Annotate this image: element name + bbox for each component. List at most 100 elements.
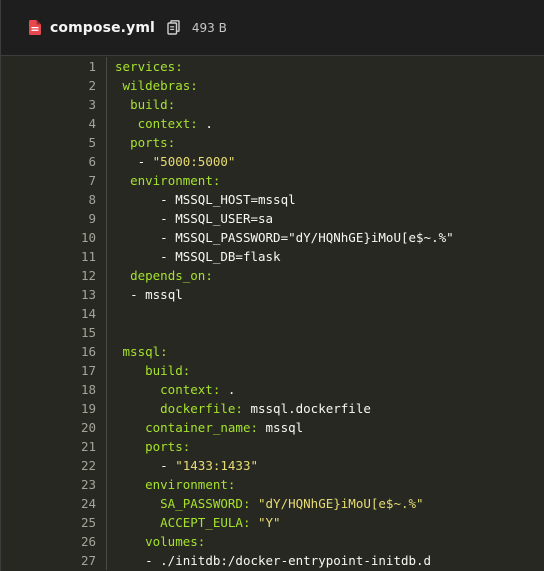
gutter-divider bbox=[96, 475, 107, 494]
line-number[interactable]: 1 bbox=[1, 59, 96, 74]
yaml-key: context: bbox=[137, 116, 198, 131]
line-number[interactable]: 24 bbox=[1, 496, 96, 511]
code-line: 11 - MSSQL_DB=flask bbox=[1, 247, 544, 266]
line-number[interactable]: 10 bbox=[1, 230, 96, 245]
code-line: 7 environment: bbox=[1, 171, 544, 190]
line-number[interactable]: 22 bbox=[1, 458, 96, 473]
line-content: container_name: mssql bbox=[115, 420, 303, 435]
gutter-divider bbox=[96, 456, 107, 475]
gutter-divider bbox=[96, 57, 107, 76]
yaml-key: container_name: bbox=[145, 420, 258, 435]
line-number[interactable]: 23 bbox=[1, 477, 96, 492]
line-number[interactable]: 7 bbox=[1, 173, 96, 188]
line-number[interactable]: 8 bbox=[1, 192, 96, 207]
line-number[interactable]: 6 bbox=[1, 154, 96, 169]
line-number[interactable]: 11 bbox=[1, 249, 96, 264]
line-content: environment: bbox=[115, 477, 235, 492]
line-number[interactable]: 13 bbox=[1, 287, 96, 302]
line-number[interactable]: 19 bbox=[1, 401, 96, 416]
yaml-value: - bbox=[137, 154, 153, 169]
code-line: 18 context: . bbox=[1, 380, 544, 399]
line-number[interactable]: 9 bbox=[1, 211, 96, 226]
yaml-key: environment: bbox=[145, 477, 236, 492]
line-number[interactable]: 26 bbox=[1, 534, 96, 549]
yaml-value bbox=[250, 496, 258, 511]
code-line: 8 - MSSQL_HOST=mssql bbox=[1, 190, 544, 209]
line-content: - mssql bbox=[115, 287, 183, 302]
code-line: 22 - "1433:1433" bbox=[1, 456, 544, 475]
code-line: 17 build: bbox=[1, 361, 544, 380]
file-size: 493 B bbox=[191, 20, 227, 35]
gutter-divider bbox=[96, 209, 107, 228]
line-content: environment: bbox=[115, 173, 220, 188]
yaml-key: dockerfile: bbox=[160, 401, 243, 416]
yaml-key: build: bbox=[145, 363, 191, 378]
line-number[interactable]: 3 bbox=[1, 97, 96, 112]
gutter-divider bbox=[96, 228, 107, 247]
code-line: 16 mssql: bbox=[1, 342, 544, 361]
copy-icon[interactable] bbox=[166, 19, 182, 37]
yaml-string: "dY/HQNhGE}iMoU[e$~.%" bbox=[258, 496, 424, 511]
code-line: 21 ports: bbox=[1, 437, 544, 456]
code-line: 15 bbox=[1, 323, 544, 342]
line-content: SA_PASSWORD: "dY/HQNhGE}iMoU[e$~.%" bbox=[115, 496, 424, 511]
yaml-key: depends_on: bbox=[130, 268, 213, 283]
line-number[interactable]: 21 bbox=[1, 439, 96, 454]
line-content: wildebras: bbox=[115, 78, 198, 93]
code-line: 4 context: . bbox=[1, 114, 544, 133]
yaml-key: wildebras: bbox=[122, 78, 198, 93]
gutter-divider bbox=[96, 247, 107, 266]
line-number[interactable]: 20 bbox=[1, 420, 96, 435]
line-content: - MSSQL_DB=flask bbox=[115, 249, 280, 264]
yaml-key: services: bbox=[115, 59, 183, 74]
line-number[interactable]: 16 bbox=[1, 344, 96, 359]
gutter-divider bbox=[96, 95, 107, 114]
line-content: depends_on: bbox=[115, 268, 213, 283]
gutter-divider bbox=[96, 171, 107, 190]
line-number[interactable]: 14 bbox=[1, 306, 96, 321]
line-number[interactable]: 18 bbox=[1, 382, 96, 397]
line-number[interactable]: 12 bbox=[1, 268, 96, 283]
gutter-divider bbox=[96, 76, 107, 95]
code-line: 25 ACCEPT_EULA: "Y" bbox=[1, 513, 544, 532]
gutter-divider bbox=[96, 304, 107, 323]
code-line: 10 - MSSQL_PASSWORD="dY/HQNhGE}iMoU[e$~.… bbox=[1, 228, 544, 247]
line-number[interactable]: 2 bbox=[1, 78, 96, 93]
line-content: ports: bbox=[115, 439, 190, 454]
yaml-key: context: bbox=[160, 382, 221, 397]
line-number[interactable]: 15 bbox=[1, 325, 96, 340]
gutter-divider bbox=[96, 418, 107, 437]
gutter-divider bbox=[96, 285, 107, 304]
line-number[interactable]: 25 bbox=[1, 515, 96, 530]
file-name[interactable]: compose.yml bbox=[50, 20, 155, 36]
line-number[interactable]: 27 bbox=[1, 553, 96, 568]
yaml-key: build: bbox=[130, 97, 176, 112]
code-line: 23 environment: bbox=[1, 475, 544, 494]
gutter-divider bbox=[96, 532, 107, 551]
yaml-string: "1433:1433" bbox=[175, 458, 259, 473]
line-content: services: bbox=[115, 59, 183, 74]
gutter-divider bbox=[96, 551, 107, 570]
code-line: 14 bbox=[1, 304, 544, 323]
line-content: - ./initdb:/docker-entrypoint-initdb.d bbox=[115, 553, 431, 568]
yaml-key: ACCEPT_EULA: bbox=[160, 515, 251, 530]
gutter-divider bbox=[96, 361, 107, 380]
gutter-divider bbox=[96, 513, 107, 532]
line-content: - MSSQL_PASSWORD="dY/HQNhGE}iMoU[e$~.%" bbox=[115, 230, 454, 245]
yaml-value: - mssql bbox=[130, 287, 183, 302]
yaml-value: - MSSQL_PASSWORD="dY/HQNhGE}iMoU[e$~.%" bbox=[160, 230, 454, 245]
yaml-string: "5000:5000" bbox=[152, 154, 236, 169]
code-line: 12 depends_on: bbox=[1, 266, 544, 285]
gutter-divider bbox=[96, 342, 107, 361]
line-content: - "5000:5000" bbox=[115, 154, 236, 169]
code-view[interactable]: 1 services: 2 wildebras: 3 build: 4 context:… bbox=[1, 56, 544, 571]
line-number[interactable]: 4 bbox=[1, 116, 96, 131]
file-viewer: compose.yml 493 B 1 services: 2 wildebras:… bbox=[0, 0, 544, 571]
gutter-divider bbox=[96, 266, 107, 285]
code-line: 3 build: bbox=[1, 95, 544, 114]
line-content: context: . bbox=[115, 382, 235, 397]
line-content: build: bbox=[115, 97, 175, 112]
yaml-key: environment: bbox=[130, 173, 221, 188]
line-number[interactable]: 5 bbox=[1, 135, 96, 150]
line-number[interactable]: 17 bbox=[1, 363, 96, 378]
